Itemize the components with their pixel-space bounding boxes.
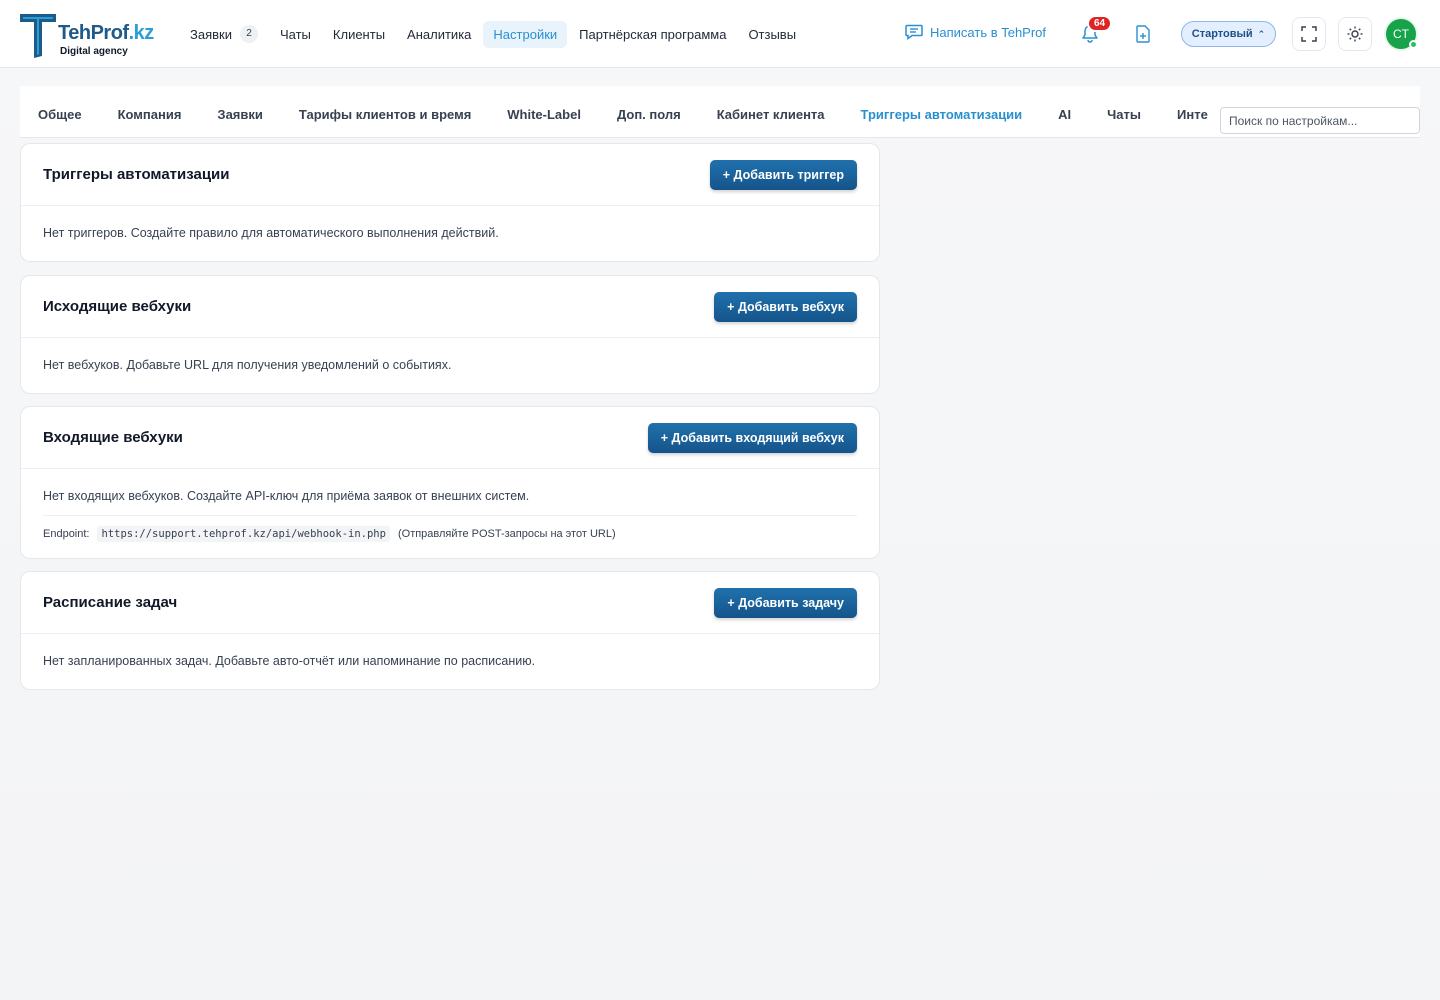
settings-tabs: Общее Компания Заявки Тарифы клиентов и … [20, 86, 1208, 138]
tab-white-label[interactable]: White-Label [489, 86, 599, 138]
nav-item-chats[interactable]: Чаты [270, 21, 321, 48]
endpoint-row: Endpoint: https://support.tehprof.kz/api… [43, 515, 857, 542]
add-document-icon[interactable] [1135, 25, 1151, 43]
settings-search-input[interactable] [1220, 107, 1420, 134]
chevron-up-icon: ⌃ [1257, 28, 1266, 39]
tab-requests[interactable]: Заявки [199, 86, 280, 138]
nav-item-clients[interactable]: Клиенты [323, 21, 395, 48]
scheduled-tasks-empty-text: Нет запланированных задач. Добавьте авто… [43, 654, 536, 668]
write-link-label: Написать в TehProf [930, 24, 1047, 40]
card-title: Триггеры автоматизации [43, 166, 230, 183]
tab-client-tariffs[interactable]: Тарифы клиентов и время [281, 86, 489, 138]
outgoing-webhooks-card: Исходящие вебхуки + Добавить вебхук Нет … [20, 275, 880, 394]
incoming-webhooks-card: Входящие вебхуки + Добавить входящий веб… [20, 406, 880, 559]
main-nav: Заявки 2 Чаты Клиенты Аналитика Настройк… [180, 20, 808, 48]
fullscreen-button[interactable] [1292, 17, 1326, 51]
brand-tagline: Digital agency [60, 46, 128, 57]
fullscreen-icon [1301, 26, 1317, 42]
tab-chats[interactable]: Чаты [1089, 86, 1159, 138]
tab-ai[interactable]: AI [1040, 86, 1089, 138]
brand-name: TehProf.kz [58, 22, 154, 44]
tab-client-cabinet[interactable]: Кабинет клиента [699, 86, 843, 138]
plan-selector-button[interactable]: Стартовый ⌃ [1181, 21, 1276, 47]
nav-item-settings[interactable]: Настройки [483, 20, 568, 48]
card-title: Входящие вебхуки [43, 429, 183, 446]
nav-item-requests[interactable]: Заявки 2 [180, 19, 268, 49]
add-webhook-button[interactable]: + Добавить вебхук [714, 292, 857, 322]
nav-item-analytics[interactable]: Аналитика [397, 21, 481, 48]
brand-logo[interactable]: TehProf.kz Digital agency [20, 10, 165, 60]
scheduled-tasks-card: Расписание задач + Добавить задачу Нет з… [20, 571, 880, 690]
add-incoming-webhook-button[interactable]: + Добавить входящий вебхук [647, 423, 857, 453]
card-body: Нет входящих вебхуков. Создайте API-ключ… [21, 469, 879, 562]
tab-general[interactable]: Общее [20, 86, 100, 138]
tab-integrations[interactable]: Инте [1159, 86, 1208, 138]
notifications-count-badge: 64 [1087, 15, 1113, 32]
sun-icon [1347, 26, 1363, 42]
add-trigger-button[interactable]: + Добавить триггер [709, 160, 857, 190]
online-status-dot [1409, 40, 1418, 49]
theme-toggle-button[interactable] [1338, 17, 1372, 51]
plan-label: Стартовый [1191, 28, 1253, 40]
endpoint-label: Endpoint: [43, 528, 90, 540]
endpoint-hint: (Отправляйте POST-запросы на этот URL) [397, 528, 616, 540]
requests-count-badge: 2 [239, 25, 258, 43]
triggers-empty-text: Нет триггеров. Создайте правило для авто… [43, 226, 499, 240]
write-to-tehprof-link[interactable]: Написать в TehProf [905, 24, 1046, 40]
tab-automation-triggers[interactable]: Триггеры автоматизации [843, 86, 1041, 138]
tab-extra-fields[interactable]: Доп. поля [599, 86, 699, 138]
chat-icon [905, 24, 923, 40]
card-header: Триггеры автоматизации + Добавить тригге… [21, 144, 879, 206]
settings-tabs-bar: Общее Компания Заявки Тарифы клиентов и … [20, 86, 1420, 138]
top-bar: TehProf.kz Digital agency Заявки 2 Чаты … [0, 0, 1440, 68]
tab-company[interactable]: Компания [100, 86, 200, 138]
incoming-webhooks-empty-text: Нет входящих вебхуков. Создайте API-ключ… [43, 489, 530, 503]
nav-item-label: Заявки [190, 26, 232, 42]
card-title: Исходящие вебхуки [43, 298, 192, 315]
card-title: Расписание задач [43, 594, 178, 611]
add-task-button[interactable]: + Добавить задачу [714, 588, 857, 618]
endpoint-url[interactable]: https://support.tehprof.kz/api/webhook-i… [97, 526, 390, 542]
card-header: Расписание задач + Добавить задачу [21, 572, 879, 634]
nav-item-reviews[interactable]: Отзывы [738, 21, 806, 48]
triggers-card: Триггеры автоматизации + Добавить тригге… [20, 143, 880, 262]
outgoing-webhooks-empty-text: Нет вебхуков. Добавьте URL для получения… [43, 358, 452, 372]
card-header: Входящие вебхуки + Добавить входящий веб… [21, 407, 879, 469]
card-header: Исходящие вебхуки + Добавить вебхук [21, 276, 879, 338]
nav-item-partner-program[interactable]: Партнёрская программа [569, 21, 736, 48]
logo-t-icon [20, 14, 56, 58]
